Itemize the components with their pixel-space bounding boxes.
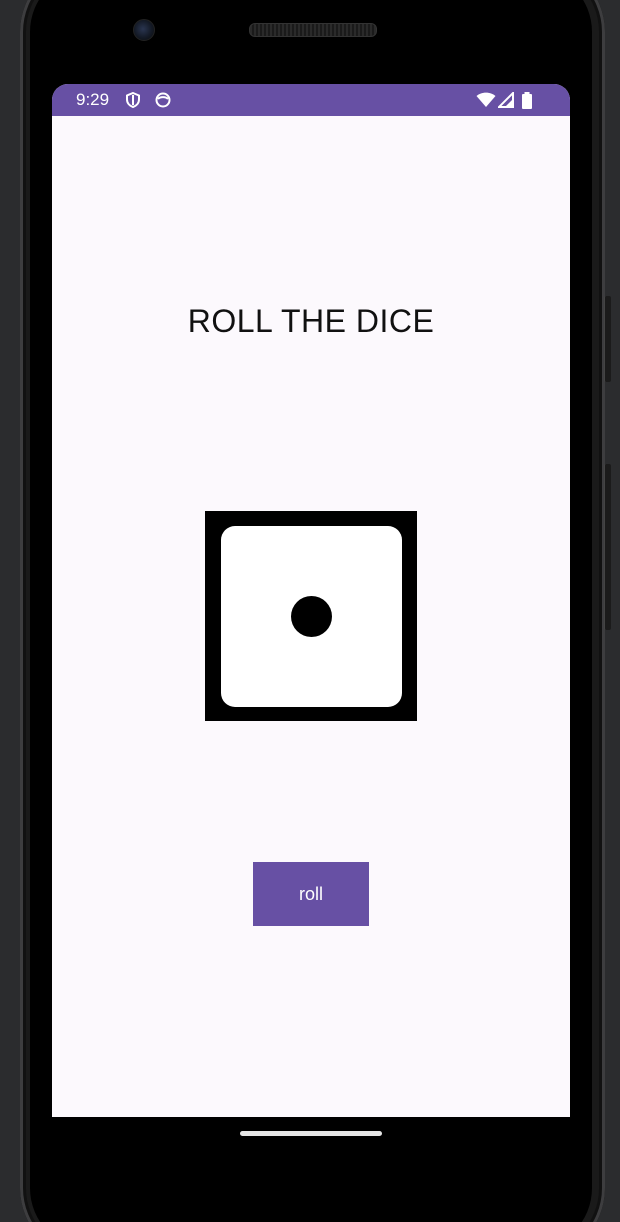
wifi-icon — [476, 92, 496, 108]
status-bar: 9:29 — [52, 84, 570, 116]
dice-image — [205, 511, 417, 721]
dice-face — [221, 526, 402, 707]
front-camera-icon — [133, 19, 155, 41]
signal-icon — [498, 92, 514, 108]
power-button[interactable] — [604, 296, 611, 382]
face-icon — [155, 92, 171, 108]
app-screen: 9:29 ROLL THE DICE roll — [52, 84, 570, 1117]
status-time: 9:29 — [76, 90, 110, 109]
gesture-nav-handle[interactable] — [240, 1131, 382, 1136]
page-title: ROLL THE DICE — [187, 303, 435, 339]
dice-pip — [291, 596, 332, 637]
earpiece-speaker — [249, 23, 377, 37]
battery-icon — [521, 92, 533, 109]
roll-button[interactable]: roll — [253, 862, 369, 926]
device-frame: 9:29 ROLL THE DICE roll — [0, 0, 620, 1222]
shield-icon — [125, 92, 141, 108]
volume-button[interactable] — [604, 464, 611, 630]
